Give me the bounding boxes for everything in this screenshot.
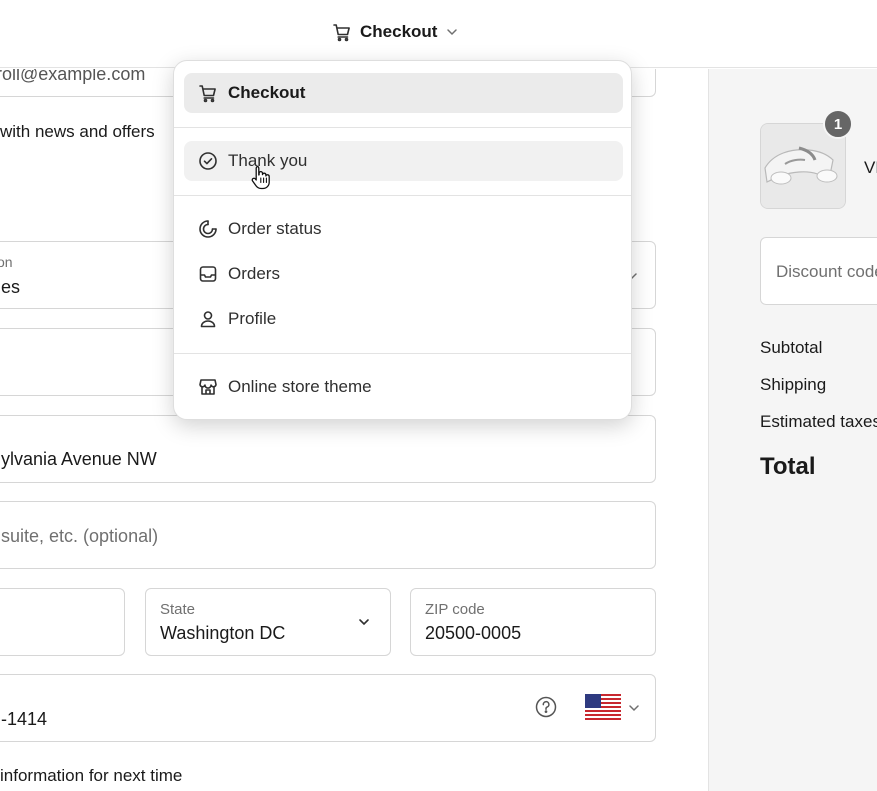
subtotal-label: Subtotal xyxy=(760,338,823,357)
page-switcher-label: Checkout xyxy=(360,22,438,41)
zip-value: 20500-0005 xyxy=(425,623,522,643)
menu-item-label: Order status xyxy=(228,219,322,238)
phone-value: -1414 xyxy=(1,709,48,729)
menu-item-label: Orders xyxy=(228,264,280,283)
person-icon xyxy=(198,309,218,329)
country-label: on xyxy=(0,254,13,270)
menu-item-label: Online store theme xyxy=(228,377,372,396)
menu-item-checkout[interactable]: Checkout xyxy=(184,73,623,113)
order-summary: 1 VR Discount code Subtotal Shipping Est… xyxy=(708,69,877,791)
top-bar: Checkout xyxy=(0,0,877,68)
menu-item-label: Profile xyxy=(228,309,277,328)
news-checkbox-label[interactable]: with news and offers xyxy=(0,122,155,142)
state-value: Washington DC xyxy=(160,623,286,643)
apartment-field[interactable]: suite, etc. (optional) xyxy=(0,501,656,569)
phone-field[interactable]: -1414 xyxy=(0,674,656,742)
page-switcher-menu: Checkout Thank you Order status Orders P… xyxy=(173,60,632,420)
help-icon[interactable] xyxy=(535,696,557,723)
apartment-placeholder: suite, etc. (optional) xyxy=(1,526,159,546)
address-value: ylvania Avenue NW xyxy=(1,449,157,469)
us-flag-icon[interactable] xyxy=(585,694,621,725)
check-circle-icon xyxy=(198,151,218,171)
menu-divider xyxy=(174,353,631,354)
product-name: VR xyxy=(864,158,877,177)
page-switcher-button[interactable]: Checkout xyxy=(332,18,459,46)
city-field[interactable] xyxy=(0,588,125,656)
country-value: es xyxy=(1,277,21,297)
zip-label: ZIP code xyxy=(425,601,485,618)
address-field[interactable]: ylvania Avenue NW xyxy=(0,415,656,483)
shipping-label: Shipping xyxy=(760,375,827,394)
menu-item-profile[interactable]: Profile xyxy=(184,299,623,339)
save-info-label[interactable]: information for next time xyxy=(0,766,182,786)
discount-code-input[interactable]: Discount code xyxy=(760,237,877,305)
menu-divider xyxy=(174,195,631,196)
email-value: roll@example.com xyxy=(0,69,146,84)
menu-item-label: Checkout xyxy=(228,83,306,102)
chevron-down-icon xyxy=(445,25,459,39)
order-status-icon xyxy=(198,219,218,239)
total-label: Total xyxy=(760,453,816,480)
menu-item-order-status[interactable]: Order status xyxy=(184,209,623,249)
menu-item-online-store-theme[interactable]: Online store theme xyxy=(184,367,623,407)
menu-item-label: Thank you xyxy=(228,151,308,170)
menu-divider xyxy=(174,127,631,128)
zip-field[interactable]: ZIP code 20500-0005 xyxy=(410,588,656,656)
store-icon xyxy=(198,377,218,397)
menu-item-orders[interactable]: Orders xyxy=(184,254,623,294)
menu-item-thank-you[interactable]: Thank you xyxy=(184,141,623,181)
discount-placeholder: Discount code xyxy=(776,262,877,281)
quantity-badge: 1 xyxy=(823,109,853,139)
cart-icon xyxy=(198,83,218,103)
inbox-icon xyxy=(198,264,218,284)
cart-icon xyxy=(332,22,352,42)
state-select[interactable]: State Washington DC xyxy=(145,588,391,656)
state-label: State xyxy=(160,601,196,618)
chevron-down-icon xyxy=(627,701,641,720)
chevron-down-icon xyxy=(356,614,372,635)
estimated-taxes-label: Estimated taxes xyxy=(760,412,877,431)
